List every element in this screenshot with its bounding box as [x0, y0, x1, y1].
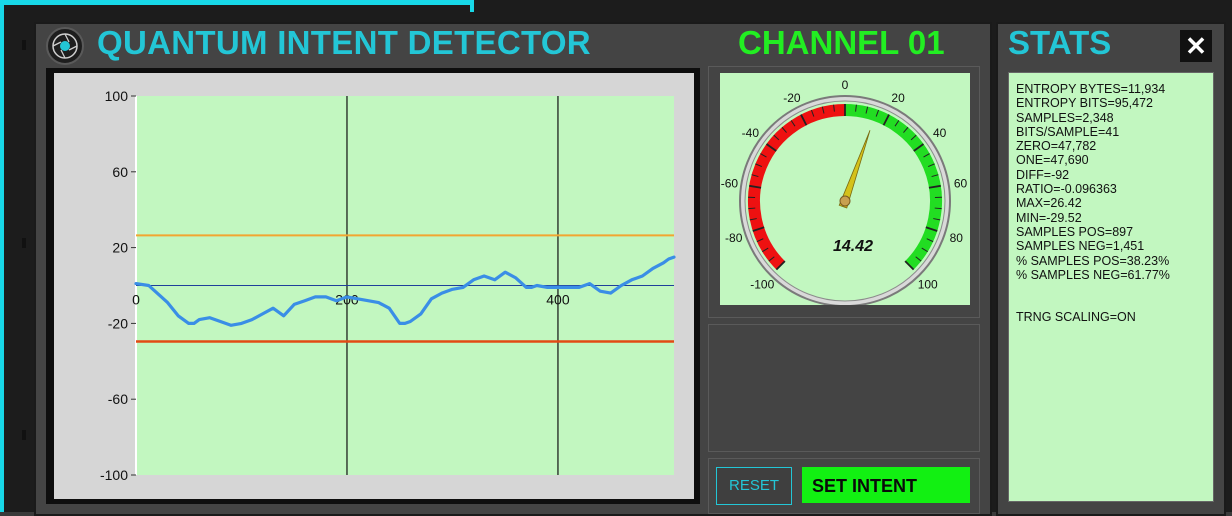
frame-tick [22, 430, 26, 440]
reset-button[interactable]: RESET [716, 467, 792, 505]
gauge-tick-label: -20 [783, 91, 801, 105]
stat-line: ENTROPY BYTES=11,934 [1016, 82, 1206, 96]
y-tick-label: 100 [105, 88, 129, 104]
gauge-value-label: 14.42 [833, 238, 873, 255]
stat-line: ZERO=47,782 [1016, 139, 1206, 153]
y-tick-label: -60 [108, 391, 128, 407]
gauge-tick-label: -80 [725, 231, 743, 245]
y-tick-label: -20 [108, 315, 128, 331]
frame-accent-left [0, 0, 4, 512]
stat-line: BITS/SAMPLE=41 [1016, 125, 1206, 139]
stat-line: % SAMPLES NEG=61.77% [1016, 268, 1206, 282]
aperture-icon [46, 27, 84, 65]
frame-accent-top [0, 0, 474, 5]
gauge-tick-label: 20 [891, 91, 905, 105]
gauge-tick-label: 0 [842, 78, 849, 92]
x-tick-label: 400 [546, 292, 570, 308]
gauge-tick-label: 80 [950, 231, 964, 245]
stats-list: ENTROPY BYTES=11,934 ENTROPY BITS=95,472… [1016, 82, 1206, 324]
gauge-tick [935, 208, 942, 209]
stat-line: SAMPLES NEG=1,451 [1016, 239, 1206, 253]
frame-tick [22, 238, 26, 248]
close-button[interactable]: ✕ [1180, 30, 1212, 62]
gauge-tick-label: -100 [750, 278, 774, 292]
gauge-tick-label: 60 [954, 177, 968, 191]
gauge-tick [748, 208, 755, 209]
stat-line: SAMPLES POS=897 [1016, 225, 1206, 239]
set-intent-button[interactable]: SET INTENT [802, 467, 970, 503]
stats-title: STATS [1008, 24, 1111, 62]
stat-line: DIFF=-92 [1016, 168, 1206, 182]
y-tick-label: 60 [112, 164, 128, 180]
stat-line: SAMPLES=2,348 [1016, 111, 1206, 125]
gauge-tick-label: 100 [918, 278, 938, 292]
channel-label: CHANNEL 01 [738, 24, 945, 62]
stat-line: ENTROPY BITS=95,472 [1016, 96, 1206, 110]
gauge-tick-label: 40 [933, 126, 947, 140]
gauge-tick-label: -40 [742, 126, 760, 140]
y-tick-label: -100 [100, 467, 128, 483]
frame-accent-corner [470, 0, 474, 12]
intent-chart: 1006020-20-60-1000200400 [54, 73, 694, 499]
stat-line: MAX=26.42 [1016, 196, 1206, 210]
stat-line: MIN=-29.52 [1016, 211, 1206, 225]
stat-line: ONE=47,690 [1016, 153, 1206, 167]
stat-scaling-line: TRNG SCALING=ON [1016, 310, 1206, 324]
x-tick-label: 0 [132, 292, 140, 308]
y-tick-label: 20 [112, 240, 128, 256]
stat-line: RATIO=-0.096363 [1016, 182, 1206, 196]
intent-gauge: -100 -80 -60 -40 -20 0 20 40 60 80 100 14.42 [720, 73, 970, 305]
app-title: QUANTUM INTENT DETECTOR [97, 24, 591, 62]
stat-line: % SAMPLES POS=38.23% [1016, 254, 1206, 268]
frame-tick [22, 40, 26, 50]
gauge-hub [840, 196, 850, 206]
empty-panel [708, 324, 980, 452]
gauge-tick-label: -60 [721, 177, 739, 191]
